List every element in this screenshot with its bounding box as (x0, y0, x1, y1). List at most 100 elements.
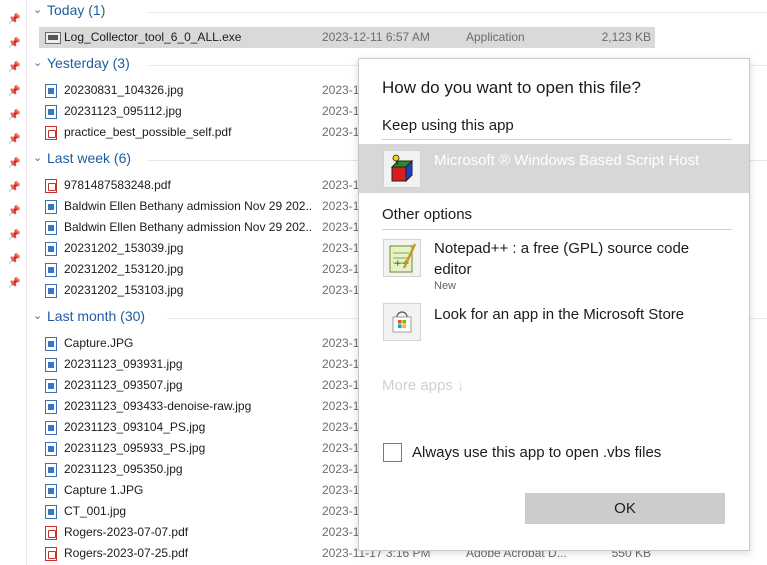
ok-button[interactable]: OK (525, 493, 725, 524)
group-title: Today (1) (47, 2, 106, 18)
app-option-label: Microsoft ® Windows Based Script Host (434, 152, 700, 169)
app-option-label: Look for an app in the Microsoft Store (434, 306, 685, 323)
image-file-icon (45, 105, 57, 119)
pin-icon[interactable]: 📌 (8, 278, 20, 290)
app-option-notepadpp[interactable]: ++ Notepad++ : a free (GPL) source code … (359, 235, 749, 295)
file-date: 2023-1 (322, 399, 360, 413)
file-name: 20231123_095350.jpg (64, 462, 183, 476)
image-file-icon (45, 284, 57, 298)
file-name: Capture.JPG (64, 336, 134, 350)
group-title: Yesterday (3) (47, 55, 130, 71)
file-name: practice_best_possible_self.pdf (64, 125, 232, 139)
pin-icon[interactable]: 📌 (8, 182, 20, 194)
pin-icon[interactable]: 📌 (8, 254, 20, 266)
pin-icon[interactable]: 📌 (8, 206, 20, 218)
file-name: 20230831_104326.jpg (64, 83, 184, 97)
app-option-label: Notepad++ : a free (GPL) source code edi… (434, 240, 690, 278)
file-name: 20231123_093931.jpg (64, 357, 183, 371)
image-file-icon (45, 484, 57, 498)
file-date: 2023-1 (322, 241, 360, 255)
file-name: CT_001.jpg (64, 504, 127, 518)
pin-icon[interactable]: 📌 (8, 158, 20, 170)
file-name: 20231123_095933_PS.jpg (64, 441, 206, 455)
pdf-file-icon (45, 179, 57, 193)
app-option-store[interactable]: Look for an app in the Microsoft Store (359, 299, 749, 347)
file-date: 2023-1 (322, 336, 360, 350)
group-title: Last week (6) (47, 150, 132, 166)
file-date: 2023-1 (322, 83, 360, 97)
file-date: 2023-1 (322, 420, 360, 434)
pdf-file-icon (45, 526, 57, 540)
file-date: 2023-1 (322, 199, 360, 213)
script-host-icon (383, 150, 421, 188)
dialog-title: How do you want to open this file? (382, 78, 641, 97)
pin-icon[interactable]: 📌 (8, 38, 20, 50)
file-date: 2023-1 (322, 220, 360, 234)
file-date: 2023-1 (322, 104, 360, 118)
file-name: 20231202_153120.jpg (64, 262, 184, 276)
pin-icon[interactable]: 📌 (8, 110, 20, 122)
chevron-down-icon[interactable]: ⌄ (33, 152, 43, 164)
section-divider (382, 229, 732, 230)
file-date: 2023-1 (322, 441, 360, 455)
file-date: 2023-1 (322, 378, 360, 392)
keep-using-label: Keep using this app (382, 117, 514, 134)
chevron-down-icon[interactable]: ⌄ (33, 57, 43, 69)
file-name: Baldwin Ellen Bethany admission Nov 29 2… (64, 199, 312, 213)
group-title: Last month (30) (47, 308, 146, 324)
file-date: 2023-1 (322, 283, 360, 297)
quick-access-pins: 📌 📌 📌 📌 📌 📌 📌 📌 📌 📌 📌 📌 (0, 0, 26, 565)
file-name: 9781487583248.pdf (64, 178, 171, 192)
image-file-icon (45, 242, 57, 256)
file-row[interactable]: Log_Collector_tool_6_0_ALL.exe 2023-12-11… (39, 27, 655, 48)
file-size: 2,123 KB (601, 30, 651, 44)
notepadpp-icon: ++ (383, 239, 421, 277)
more-apps-link[interactable]: More apps ↓ (382, 377, 465, 394)
file-name: 20231202_153039.jpg (64, 241, 184, 255)
chevron-down-icon[interactable]: ⌄ (33, 4, 43, 16)
file-date: 2023-12-11 6:57 AM (322, 30, 430, 44)
always-use-checkbox[interactable] (383, 443, 402, 462)
image-file-icon (45, 400, 57, 414)
pin-icon[interactable]: 📌 (8, 86, 20, 98)
chevron-down-icon[interactable]: ⌄ (33, 310, 43, 322)
file-name: Rogers-2023-07-25.pdf (64, 546, 189, 560)
other-options-label: Other options (382, 206, 473, 223)
open-with-dialog: How do you want to open this file? Keep … (358, 58, 750, 551)
file-date: 2023-1 (322, 462, 360, 476)
file-name: Capture 1.JPG (64, 483, 144, 497)
image-file-icon (45, 221, 57, 235)
file-name: 20231123_095112.jpg (64, 104, 182, 118)
file-name: Baldwin Ellen Bethany admission Nov 29 2… (64, 220, 312, 234)
pdf-file-icon (45, 547, 57, 561)
group-header[interactable]: ⌄ Today (1) (27, 2, 767, 22)
pdf-file-icon (45, 126, 57, 140)
always-use-label[interactable]: Always use this app to open .vbs files (412, 444, 661, 461)
image-file-icon (45, 200, 57, 214)
file-date: 2023-1 (322, 357, 360, 371)
app-option-script-host[interactable]: Microsoft ® Windows Based Script Host (359, 144, 749, 193)
store-icon (383, 303, 421, 341)
app-option-new-badge: New (434, 280, 457, 292)
pin-icon[interactable]: 📌 (8, 230, 20, 242)
file-date: 2023-1 (322, 125, 360, 139)
pin-icon[interactable]: 📌 (8, 14, 20, 26)
image-file-icon (45, 337, 57, 351)
image-file-icon (45, 263, 57, 277)
file-name: 20231123_093507.jpg (64, 378, 183, 392)
pin-icon[interactable]: 📌 (8, 62, 20, 74)
group-divider (147, 12, 767, 13)
file-type: Application (466, 30, 525, 44)
image-file-icon (45, 421, 57, 435)
file-date: 2023-1 (322, 262, 360, 276)
file-name: 20231123_093104_PS.jpg (64, 420, 206, 434)
section-divider (382, 139, 732, 140)
image-file-icon (45, 505, 57, 519)
file-date: 2023-1 (322, 483, 360, 497)
file-date: 2023-1 (322, 504, 360, 518)
image-file-icon (45, 379, 57, 393)
file-name: Log_Collector_tool_6_0_ALL.exe (64, 30, 242, 44)
file-name: Rogers-2023-07-07.pdf (64, 525, 189, 539)
pin-icon[interactable]: 📌 (8, 134, 20, 146)
image-file-icon (45, 463, 57, 477)
